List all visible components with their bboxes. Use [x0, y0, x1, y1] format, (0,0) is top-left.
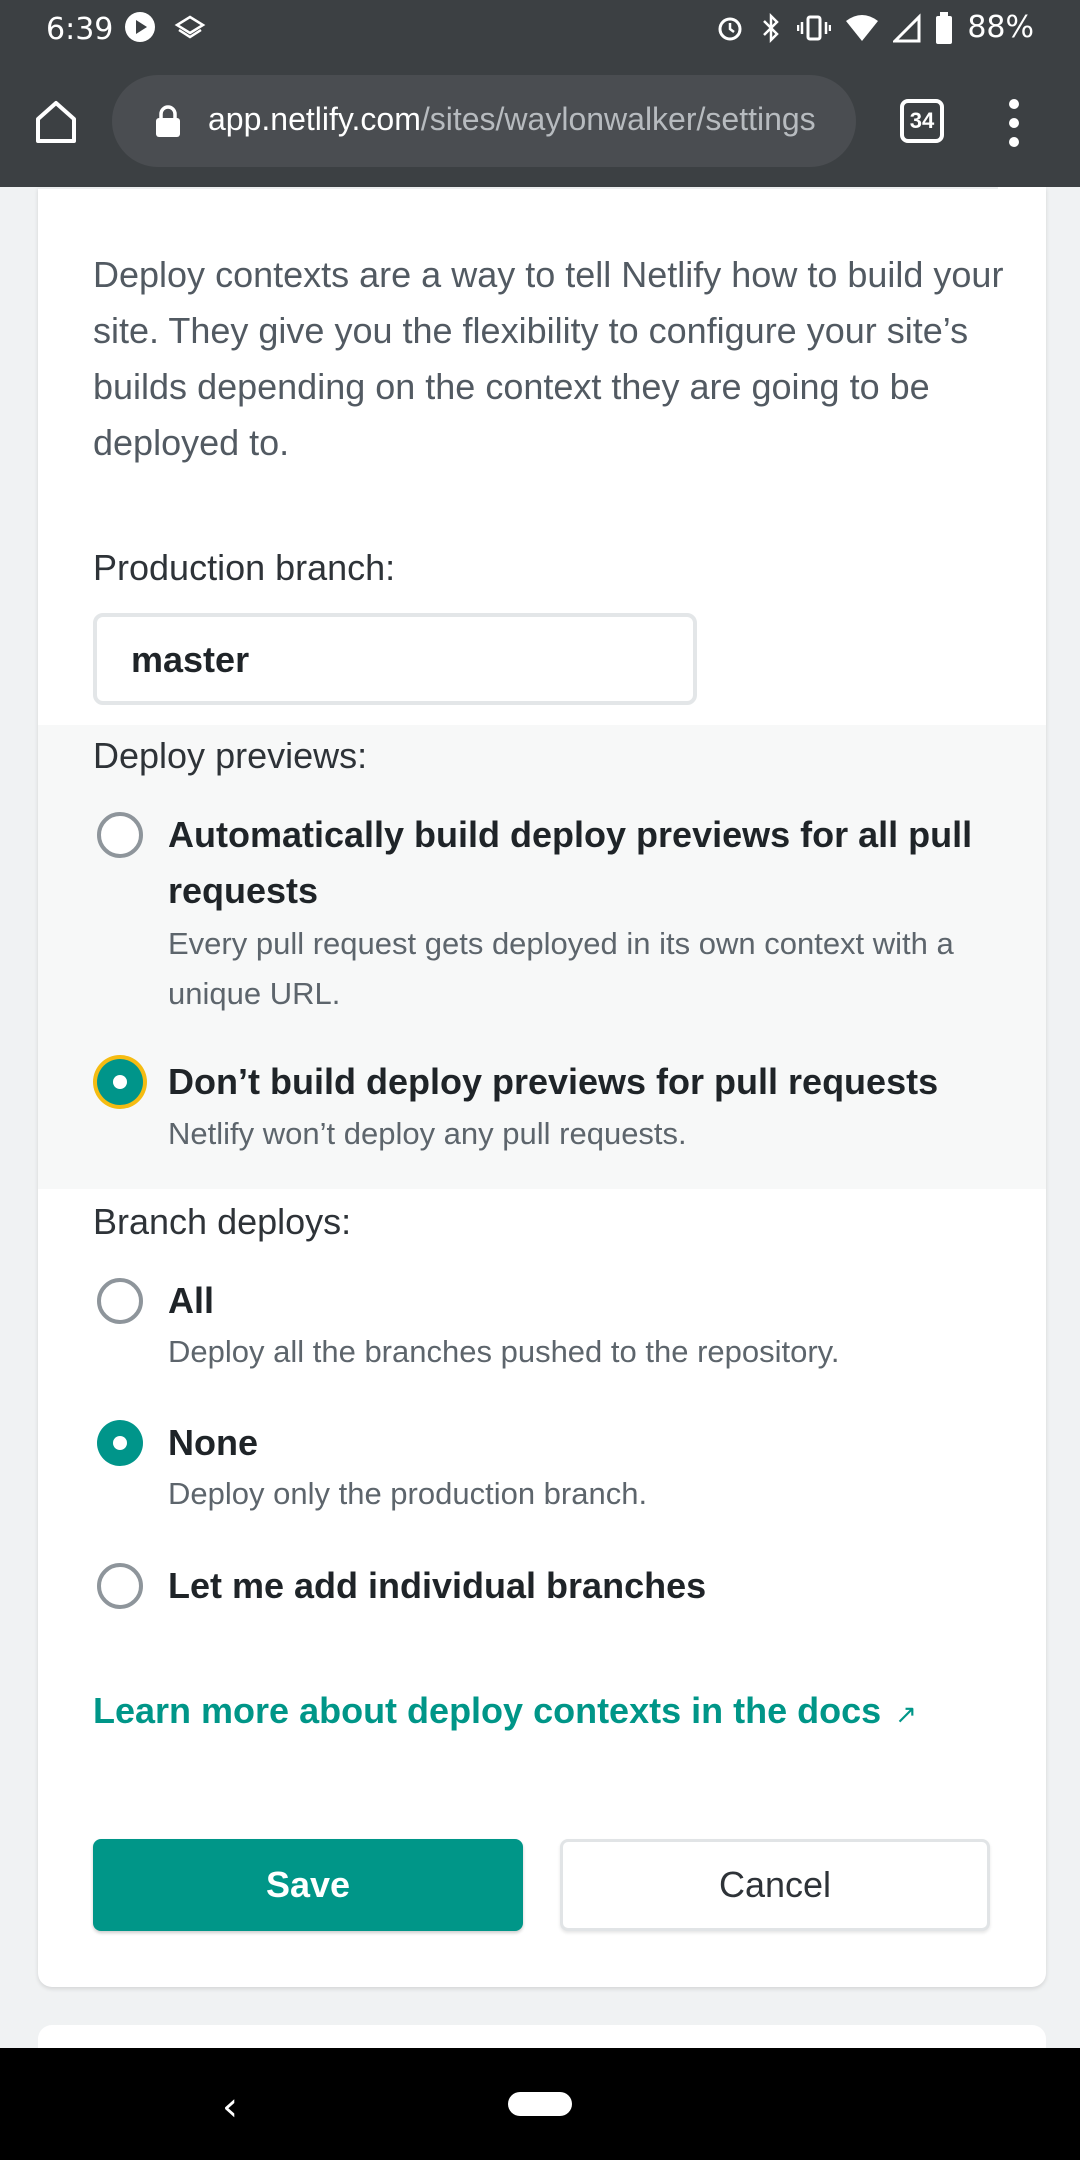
option-no-deploy-previews-description: Netlify won’t deploy any pull requests. — [168, 1116, 687, 1151]
option-auto-deploy-previews-description: Every pull request gets deployed in its … — [168, 926, 954, 1011]
external-link-icon: ↗ — [895, 1699, 917, 1729]
radio-branch-individual[interactable] — [97, 1563, 143, 1609]
vibrate-icon — [797, 15, 832, 40]
url-path: /sites/waylonwalker/settings — [420, 101, 816, 137]
url-host: app.netlify.com — [208, 101, 421, 137]
option-branch-all-description: Deploy all the branches pushed to the re… — [168, 1334, 840, 1369]
option-branch-all-title[interactable]: All — [168, 1273, 998, 1329]
status-bar: 6:39 88% — [0, 0, 1080, 55]
docs-link-text[interactable]: Learn more about deploy contexts in the … — [93, 1690, 881, 1731]
production-branch-label: Production branch: — [93, 547, 396, 588]
option-branch-individual-title[interactable]: Let me add individual branches — [168, 1558, 998, 1614]
radio-branch-none[interactable] — [97, 1420, 143, 1466]
browser-toolbar: app.netlify.com/sites/waylonwalker/setti… — [0, 55, 1080, 187]
option-no-deploy-previews-title[interactable]: Don’t build deploy previews for pull req… — [168, 1054, 998, 1110]
production-branch-input[interactable]: master — [93, 613, 697, 705]
radio-auto-deploy-previews[interactable] — [97, 812, 143, 858]
layers-icon — [174, 15, 206, 39]
signal-icon — [893, 12, 921, 42]
back-icon[interactable]: ‹ — [222, 2084, 238, 2130]
home-pill-icon[interactable] — [508, 2092, 572, 2116]
save-button[interactable]: Save — [93, 1839, 523, 1931]
tab-switcher-button[interactable]: 34 — [900, 99, 944, 143]
status-time: 6:39 — [46, 12, 114, 47]
home-icon[interactable] — [32, 97, 80, 145]
more-menu-icon[interactable] — [1004, 99, 1024, 147]
address-bar[interactable]: app.netlify.com/sites/waylonwalker/setti… — [112, 75, 856, 167]
cancel-button[interactable]: Cancel — [560, 1839, 990, 1931]
battery-icon — [936, 11, 953, 44]
battery-percent: 88% — [967, 10, 1034, 45]
wifi-icon — [846, 14, 879, 41]
branch-deploys-label: Branch deploys: — [93, 1201, 352, 1242]
radio-branch-all[interactable] — [97, 1278, 143, 1324]
radio-no-deploy-previews[interactable] — [97, 1059, 143, 1105]
option-branch-none-description: Deploy only the production branch. — [168, 1476, 648, 1511]
deploy-contexts-description: Deploy contexts are a way to tell Netlif… — [93, 254, 1004, 463]
option-auto-deploy-previews-title[interactable]: Automatically build deploy previews for … — [168, 807, 998, 919]
deploy-previews-label: Deploy previews: — [93, 735, 368, 776]
deploy-contexts-card: Deploy contexts are a way to tell Netlif… — [38, 187, 1046, 1987]
docs-link[interactable]: Learn more about deploy contexts in the … — [93, 1690, 917, 1732]
bluetooth-icon — [763, 12, 780, 43]
play-icon — [125, 12, 155, 42]
option-branch-none-title[interactable]: None — [168, 1415, 998, 1471]
lock-icon — [156, 105, 180, 137]
alarm-icon — [718, 17, 742, 40]
url-text: app.netlify.com/sites/waylonwalker/setti… — [208, 101, 816, 138]
divider — [38, 187, 998, 189]
system-nav-bar: ‹ — [0, 2048, 1080, 2160]
